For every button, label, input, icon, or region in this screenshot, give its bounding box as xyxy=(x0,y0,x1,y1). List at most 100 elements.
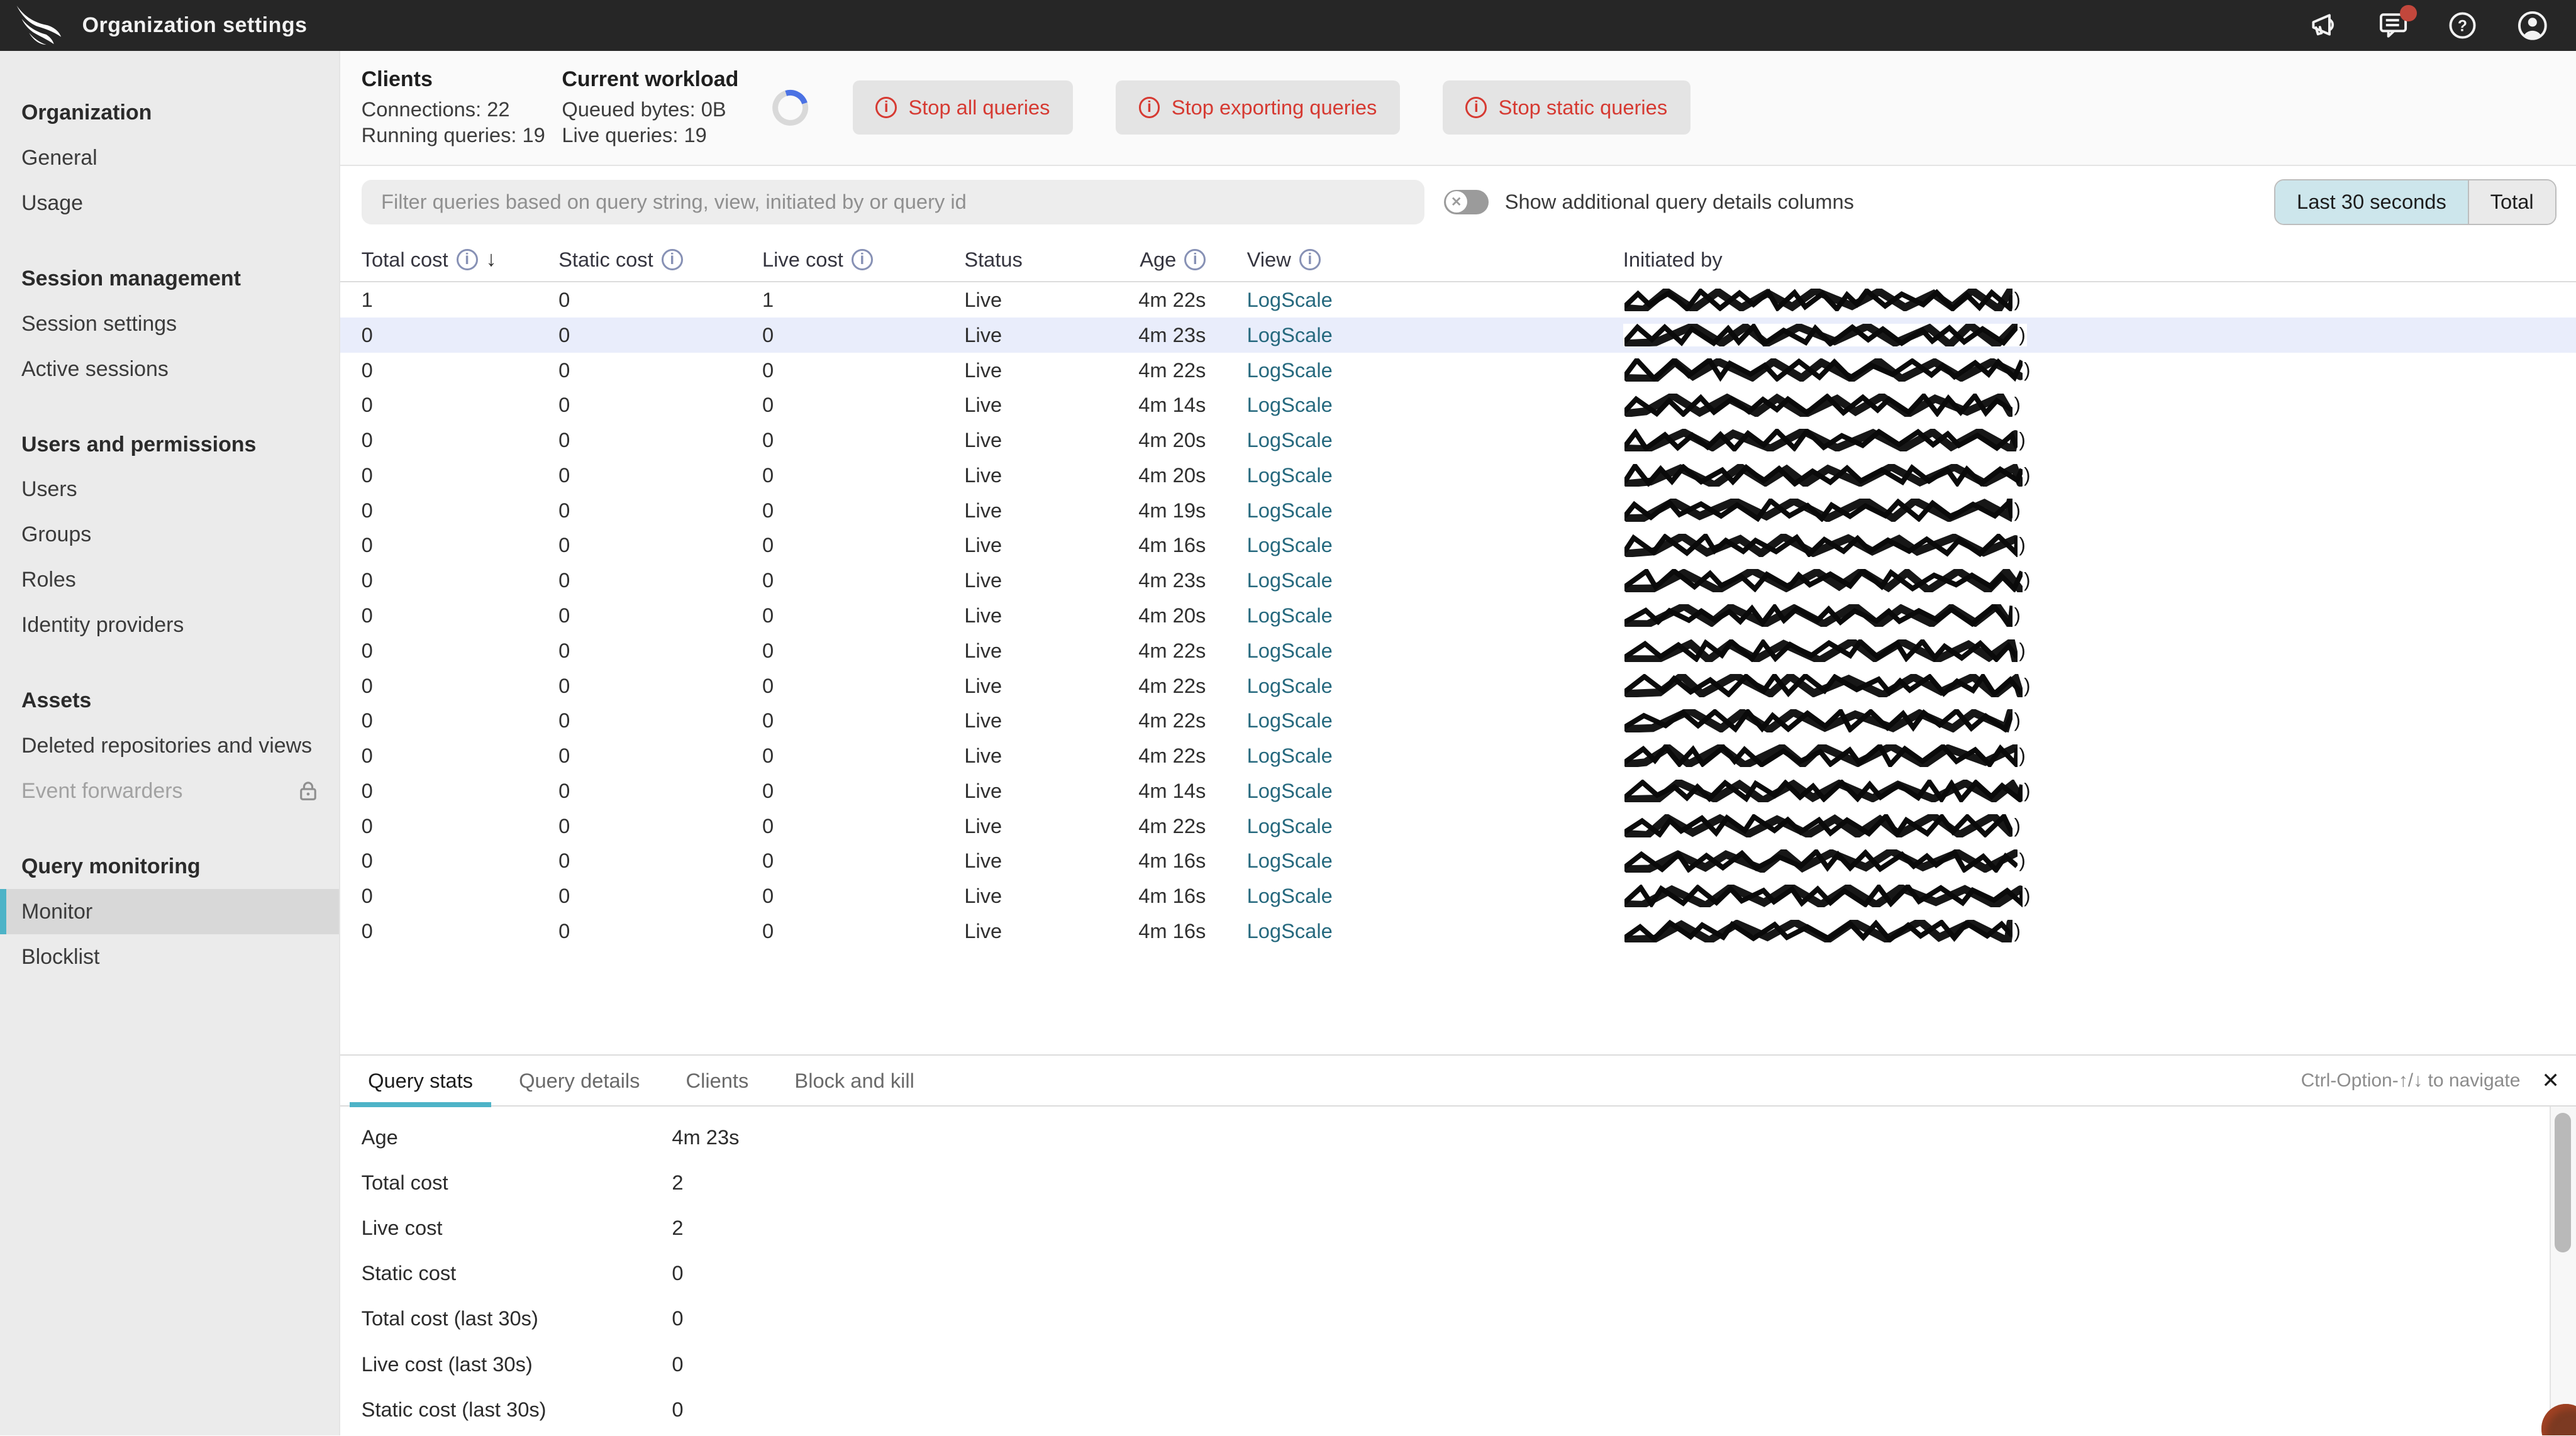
query-row[interactable]: 0 0 0 Live 4m 14s LogScale) xyxy=(340,388,2576,423)
info-icon[interactable]: i xyxy=(851,249,873,270)
view-link[interactable]: LogScale xyxy=(1247,288,1333,311)
view-link[interactable]: LogScale xyxy=(1247,709,1333,732)
query-row[interactable]: 0 0 0 Live 4m 19s LogScale) xyxy=(340,493,2576,528)
column-header-static-cost[interactable]: Static cost i xyxy=(558,248,762,272)
info-icon[interactable]: i xyxy=(456,249,478,270)
cell-status: Live xyxy=(964,919,1002,942)
view-link[interactable]: LogScale xyxy=(1247,463,1333,487)
view-link[interactable]: LogScale xyxy=(1247,428,1333,451)
redacted-scribble xyxy=(1624,463,2023,487)
query-row[interactable]: 0 0 0 Live 4m 16s LogScale) xyxy=(340,914,2576,949)
query-row[interactable]: 0 0 0 Live 4m 14s LogScale) xyxy=(340,773,2576,809)
query-row[interactable]: 0 0 0 Live 4m 20s LogScale) xyxy=(340,458,2576,493)
messages-icon[interactable] xyxy=(2379,4,2417,39)
panel-scrollbar[interactable] xyxy=(2550,1107,2576,1436)
info-icon[interactable]: i xyxy=(1184,249,1206,270)
organization-settings-app: Organization settings ? Organization Gen… xyxy=(0,0,2576,1436)
query-filter-input[interactable] xyxy=(361,180,1424,224)
column-header-total-cost[interactable]: Total cost i ↓ xyxy=(362,247,558,272)
sidebar-item-event-forwarders[interactable]: Event forwarders xyxy=(0,768,339,814)
cell-view: LogScale xyxy=(1206,814,1582,838)
view-link[interactable]: LogScale xyxy=(1247,849,1333,872)
stat-label: Total cost xyxy=(361,1171,448,1195)
sidebar-item-roles[interactable]: Roles xyxy=(0,558,339,603)
info-icon[interactable]: i xyxy=(661,249,683,270)
help-icon[interactable]: ? xyxy=(2448,11,2477,40)
query-row[interactable]: 0 0 0 Live 4m 16s LogScale) xyxy=(340,528,2576,563)
view-link[interactable]: LogScale xyxy=(1247,499,1333,522)
sidebar-item-usage[interactable]: Usage xyxy=(0,180,339,226)
column-header-initiated-by[interactable]: Initiated by xyxy=(1582,248,2576,272)
view-link[interactable]: LogScale xyxy=(1247,674,1333,697)
cell-age: 4m 16s xyxy=(1138,884,1206,908)
range-last-30-seconds-button[interactable]: Last 30 seconds xyxy=(2275,180,2469,224)
sidebar-item-monitor[interactable]: Monitor xyxy=(0,889,339,936)
tab-block-and-kill[interactable]: Block and kill xyxy=(777,1056,933,1105)
query-row[interactable]: 0 0 0 Live 4m 23s LogScale) xyxy=(340,318,2576,353)
query-row[interactable]: 0 0 0 Live 4m 20s LogScale) xyxy=(340,423,2576,458)
view-link[interactable]: LogScale xyxy=(1247,919,1333,942)
view-link[interactable]: LogScale xyxy=(1247,604,1333,627)
view-link[interactable]: LogScale xyxy=(1247,393,1333,416)
stop-exporting-queries-button[interactable]: i Stop exporting queries xyxy=(1115,80,1400,135)
cell-static-cost: 0 xyxy=(558,778,570,802)
query-row[interactable]: 0 0 0 Live 4m 22s LogScale) xyxy=(340,353,2576,388)
column-header-status[interactable]: Status xyxy=(964,248,1123,272)
sidebar-item-general[interactable]: General xyxy=(0,135,339,180)
column-label: Initiated by xyxy=(1623,247,1723,271)
redaction-trailing-paren: ) xyxy=(2014,709,2021,732)
query-row[interactable]: 0 0 0 Live 4m 22s LogScale) xyxy=(340,633,2576,668)
sidebar-item-groups[interactable]: Groups xyxy=(0,512,339,558)
cell-total-cost: 0 xyxy=(361,709,373,732)
cell-initiated-by-redacted: ) xyxy=(1582,919,2576,943)
query-row[interactable]: 0 0 0 Live 4m 22s LogScale) xyxy=(340,809,2576,844)
column-header-age[interactable]: Age i xyxy=(1124,248,1206,272)
view-link[interactable]: LogScale xyxy=(1247,568,1333,592)
view-link[interactable]: LogScale xyxy=(1247,358,1333,382)
query-row[interactable]: 0 0 0 Live 4m 22s LogScale) xyxy=(340,668,2576,704)
range-total-button[interactable]: Total xyxy=(2468,180,2555,224)
sidebar-item-users[interactable]: Users xyxy=(0,467,339,512)
sort-desc-icon[interactable]: ↓ xyxy=(486,247,497,272)
view-link[interactable]: LogScale xyxy=(1247,884,1333,907)
view-link[interactable]: LogScale xyxy=(1247,533,1333,556)
redaction-trailing-paren: ) xyxy=(2024,569,2031,592)
stat-value: 2 xyxy=(672,1216,684,1240)
additional-columns-toggle[interactable]: ✕ xyxy=(1444,189,1489,214)
sidebar-item-identity-providers[interactable]: Identity providers xyxy=(0,603,339,648)
cell-total-cost: 0 xyxy=(361,814,373,837)
cell-static-cost: 0 xyxy=(558,673,570,697)
stop-static-queries-button[interactable]: i Stop static queries xyxy=(1442,80,1690,135)
tab-query-stats[interactable]: Query stats xyxy=(350,1056,491,1108)
query-row[interactable]: 0 0 0 Live 4m 22s LogScale) xyxy=(340,703,2576,738)
view-link[interactable]: LogScale xyxy=(1247,744,1333,767)
account-icon[interactable] xyxy=(2517,10,2548,41)
query-row[interactable]: 1 0 1 Live 4m 22s LogScale) xyxy=(340,282,2576,318)
query-row[interactable]: 0 0 0 Live 4m 20s LogScale) xyxy=(340,598,2576,633)
query-row[interactable]: 0 0 0 Live 4m 16s LogScale) xyxy=(340,878,2576,914)
cell-total-cost: 0 xyxy=(361,778,373,802)
view-link[interactable]: LogScale xyxy=(1247,639,1333,662)
view-link[interactable]: LogScale xyxy=(1247,323,1333,346)
sidebar-item-session-settings[interactable]: Session settings xyxy=(0,301,339,346)
sidebar-item-blocklist[interactable]: Blocklist xyxy=(0,934,339,980)
view-link[interactable]: LogScale xyxy=(1247,814,1333,837)
info-icon[interactable]: i xyxy=(1299,249,1321,270)
sidebar-item-deleted-repositories-and-views[interactable]: Deleted repositories and views xyxy=(0,724,339,769)
tab-query-details[interactable]: Query details xyxy=(501,1056,658,1105)
query-row[interactable]: 0 0 0 Live 4m 16s LogScale) xyxy=(340,844,2576,879)
stat-row-static-cost: Static cost 0 xyxy=(340,1251,2576,1296)
cell-total-cost: 0 xyxy=(361,884,373,908)
panel-scrollbar-thumb[interactable] xyxy=(2554,1113,2572,1253)
query-row[interactable]: 0 0 0 Live 4m 23s LogScale) xyxy=(340,563,2576,598)
query-row[interactable]: 0 0 0 Live 4m 22s LogScale) xyxy=(340,738,2576,773)
view-link[interactable]: LogScale xyxy=(1247,779,1333,802)
stop-all-queries-button[interactable]: i Stop all queries xyxy=(852,80,1074,135)
column-header-view[interactable]: View i xyxy=(1206,248,1582,272)
sidebar-item-active-sessions[interactable]: Active sessions xyxy=(0,346,339,392)
tab-clients[interactable]: Clients xyxy=(668,1056,767,1105)
column-header-live-cost[interactable]: Live cost i xyxy=(762,248,964,272)
announcements-icon[interactable] xyxy=(2308,11,2340,39)
redaction-trailing-paren: ) xyxy=(2024,779,2031,802)
close-icon[interactable]: ✕ xyxy=(2541,1068,2559,1093)
